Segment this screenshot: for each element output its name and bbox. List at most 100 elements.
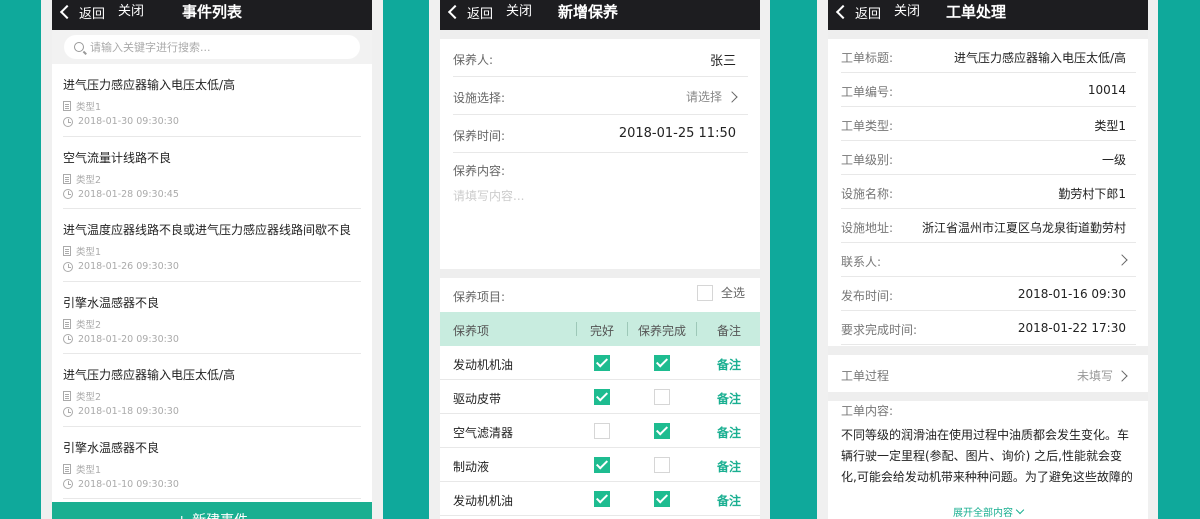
process-value[interactable]: 未填写 bbox=[1076, 367, 1128, 384]
maintenance-items-row: 保养项目: 全选 bbox=[453, 278, 745, 312]
event-title: 空气流量计线路不良 bbox=[63, 150, 172, 165]
good-checkbox[interactable] bbox=[594, 457, 610, 473]
table-row: 发动机机油 备注 bbox=[440, 482, 760, 516]
document-icon bbox=[63, 173, 71, 184]
work-order-field[interactable]: 联系人: bbox=[841, 243, 1136, 277]
page-title: 工单处理 bbox=[946, 3, 1007, 21]
done-checkbox[interactable] bbox=[654, 389, 670, 405]
event-time: 2018-01-28 09:30:45 bbox=[63, 189, 179, 200]
note-link[interactable]: 备注 bbox=[717, 458, 741, 475]
divider bbox=[440, 269, 760, 278]
done-checkbox[interactable] bbox=[654, 491, 670, 507]
back-button[interactable]: 返回 bbox=[835, 0, 881, 24]
field-label: 工单类型: bbox=[841, 119, 894, 133]
maintenance-content: 保养内容: bbox=[453, 162, 748, 267]
event-type-label: 类型1 bbox=[76, 102, 102, 113]
maintenance-time-row[interactable]: 保养时间: 2018-01-25 11:50 bbox=[453, 115, 748, 153]
expand-all-link[interactable]: 展开全部内容 bbox=[828, 504, 1148, 519]
search-bar bbox=[52, 30, 372, 64]
new-event-button[interactable]: + 新建事件 bbox=[52, 502, 372, 519]
event-type-label: 类型2 bbox=[76, 392, 102, 403]
facility-picker[interactable]: 请选择 bbox=[685, 88, 738, 105]
event-time: 2018-01-30 09:30:30 bbox=[63, 116, 179, 127]
field-label: 发布时间: bbox=[841, 289, 894, 303]
maintenance-item-name: 空气滤清器 bbox=[453, 426, 514, 440]
event-time: 2018-01-20 09:30:30 bbox=[63, 334, 179, 345]
field-value: 2018-01-22 17:30 bbox=[1017, 321, 1126, 335]
event-list-item[interactable]: 空气流量计线路不良类型2 2018-01-28 09:30:45 bbox=[63, 137, 361, 209]
field-label: 工单级别: bbox=[841, 153, 894, 167]
work-order-process-row[interactable]: 工单过程 未填写 bbox=[841, 356, 1136, 392]
document-icon bbox=[63, 246, 71, 256]
document-icon bbox=[63, 318, 71, 329]
field-label: 工单编号: bbox=[841, 85, 894, 99]
event-type-label: 类型1 bbox=[76, 464, 102, 476]
good-checkbox[interactable] bbox=[594, 389, 610, 405]
event-time: 2018-01-10 09:30:30 bbox=[63, 479, 179, 490]
search-icon bbox=[74, 42, 84, 52]
select-all-label: 全选 bbox=[720, 286, 745, 300]
maintenance-time-value[interactable]: 2018-01-25 11:50 bbox=[619, 126, 736, 141]
note-link[interactable]: 备注 bbox=[717, 390, 741, 407]
event-time-label: 2018-01-28 09:30:45 bbox=[78, 188, 179, 200]
event-list-item[interactable]: 引擎水温感器不良 类型1 2018-01-10 09:30:30 bbox=[63, 427, 361, 499]
search-box[interactable] bbox=[64, 35, 360, 59]
good-checkbox[interactable] bbox=[594, 491, 610, 507]
clock-icon bbox=[63, 334, 73, 344]
note-link[interactable]: 备注 bbox=[717, 492, 741, 509]
document-icon bbox=[63, 463, 71, 474]
divider bbox=[828, 30, 1148, 39]
field-label: 工单标题: bbox=[841, 51, 894, 65]
note-link[interactable]: 备注 bbox=[717, 424, 741, 441]
event-list-item[interactable]: 引擎水温感器不良 类型2 2018-01-20 09:30:30 bbox=[63, 282, 361, 354]
done-checkbox[interactable] bbox=[654, 355, 670, 371]
field-value: 类型1 bbox=[1094, 119, 1126, 133]
navbar: 返回 关闭 新增保养 bbox=[440, 0, 760, 30]
event-time: 2018-01-18 09:30:30 bbox=[63, 406, 179, 417]
close-button[interactable]: 关闭 bbox=[894, 0, 920, 24]
table-header: 保养项 完好 保养完成 备注 bbox=[440, 312, 760, 346]
column-divider bbox=[576, 322, 577, 336]
chevron-right-icon bbox=[726, 90, 738, 103]
event-time-label: 2018-01-30 09:30:30 bbox=[78, 116, 179, 127]
facility-row[interactable]: 设施选择: 请选择 bbox=[453, 77, 748, 115]
search-input[interactable] bbox=[90, 40, 350, 54]
clock-icon bbox=[63, 116, 73, 127]
process-status: 未填写 bbox=[1076, 369, 1113, 383]
navbar: 返回 关闭 事件列表 bbox=[52, 0, 372, 30]
checkbox-icon[interactable] bbox=[696, 284, 713, 301]
event-type: 类型2 bbox=[63, 172, 101, 186]
good-checkbox[interactable] bbox=[594, 423, 610, 439]
event-list-item[interactable]: 进气压力感应器输入电压太低/高类型1 2018-01-30 09:30:30 bbox=[63, 64, 361, 137]
event-type-label: 类型2 bbox=[76, 174, 102, 186]
column-divider bbox=[627, 322, 628, 336]
field-value: 2018-01-16 09:30 bbox=[1017, 287, 1126, 301]
field-value: 勤劳村下郎1 bbox=[1058, 187, 1126, 201]
col-header-note: 备注 bbox=[717, 324, 742, 338]
maintainer-value: 张三 bbox=[709, 54, 736, 69]
select-all-toggle[interactable]: 全选 bbox=[696, 284, 745, 301]
clock-icon bbox=[63, 189, 73, 199]
event-time-label: 2018-01-10 09:30:30 bbox=[78, 478, 179, 490]
contact-picker[interactable] bbox=[1116, 253, 1128, 267]
facility-placeholder: 请选择 bbox=[685, 90, 722, 104]
back-button[interactable]: 返回 bbox=[447, 0, 493, 24]
table-row: 发动机机油 备注 bbox=[440, 346, 760, 380]
done-checkbox[interactable] bbox=[654, 423, 670, 439]
work-order-field: 设施名称: 勤劳村下郎1 bbox=[841, 175, 1136, 209]
close-button[interactable]: 关闭 bbox=[506, 0, 532, 24]
event-list-item[interactable]: 进气温度应器线路不良或进气压力感应器线路间歇不良 类型1 2018-01-26 09… bbox=[63, 209, 361, 282]
note-link[interactable]: 备注 bbox=[717, 356, 741, 373]
event-list-item[interactable]: 进气压力感应器输入电压太低/高 类型2 2018-01-18 09:30:30 bbox=[63, 354, 361, 427]
content-body: 不同等级的润滑油在使用过程中油质都会发生变化。车辆行驶一定里程(参配、图片、询价… bbox=[841, 428, 1133, 484]
chevron-left-icon bbox=[835, 4, 851, 20]
navbar: 返回 关闭 工单处理 bbox=[828, 0, 1148, 30]
event-title: 进气压力感应器输入电压太低/高 bbox=[63, 78, 236, 92]
maintenance-item-name: 驱动皮带 bbox=[453, 392, 502, 406]
field-label: 联系人: bbox=[841, 255, 882, 269]
good-checkbox[interactable] bbox=[594, 355, 610, 371]
event-title: 进气温度应器线路不良或进气压力感应器线路间歇不良 bbox=[63, 223, 352, 237]
done-checkbox[interactable] bbox=[654, 457, 670, 473]
content-label: 工单内容: bbox=[841, 404, 894, 418]
content-textarea[interactable] bbox=[453, 187, 748, 257]
